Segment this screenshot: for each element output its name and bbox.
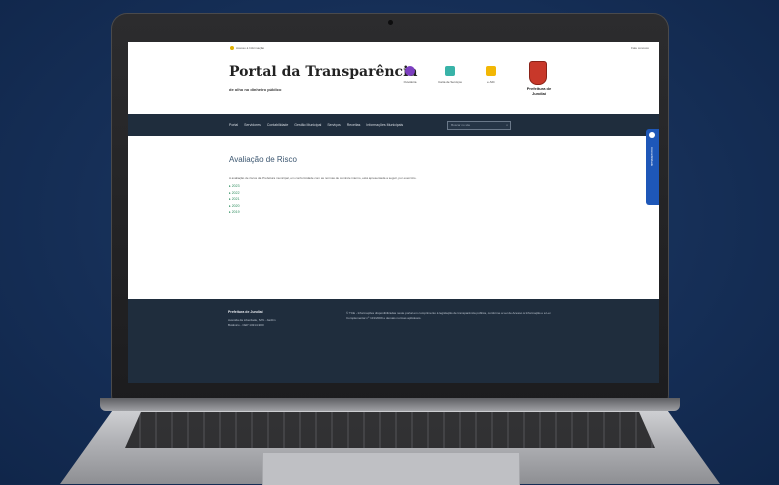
search-placeholder: Buscar no site	[451, 122, 471, 127]
year-link[interactable]: 2022	[229, 191, 659, 195]
side-tab-label: Acessibilidade	[650, 147, 654, 167]
main-content: Avaliação de Risco A avaliação de riscos…	[128, 136, 659, 280]
quick-link-label: Carta de Serviços	[438, 80, 462, 84]
main-nav: Portal Servidores Contabilidade Gestão M…	[128, 114, 659, 136]
laptop-hinge	[100, 398, 680, 411]
nav-item-gestao[interactable]: Gestão Municipal	[294, 123, 321, 127]
nav-item-servidores[interactable]: Servidores	[244, 123, 261, 127]
city-name: Prefeitura de Jundiaí	[526, 86, 552, 96]
accessibility-side-tab[interactable]: Acessibilidade	[646, 129, 659, 205]
year-link[interactable]: 2020	[229, 204, 659, 208]
quick-link-label: Ouvidoria	[403, 80, 417, 84]
year-link[interactable]: 2023	[229, 184, 659, 188]
footer-org-name: Prefeitura de Jundiaí	[228, 310, 263, 314]
camera	[388, 20, 393, 25]
keyboard	[125, 412, 655, 448]
year-link[interactable]: 2019	[229, 210, 659, 214]
contact-link[interactable]: Fale conosco	[631, 46, 649, 50]
quick-link-ouvidoria[interactable]: Ouvidoria	[390, 66, 430, 84]
nav-item-servicos[interactable]: Serviços	[327, 123, 340, 127]
year-link[interactable]: 2021	[229, 197, 659, 201]
access-icon	[230, 46, 234, 51]
site-header: Portal da Transparência de olho no dinhe…	[128, 54, 659, 114]
quick-link-esic[interactable]: e-SIC	[471, 66, 511, 84]
site-footer: Prefeitura de Jundiaí Avenida da Liberda…	[128, 299, 659, 383]
nav-item-informacoes[interactable]: Informações Municipais	[366, 123, 403, 127]
search-icon[interactable]: ⌕	[506, 123, 508, 127]
folder-icon	[486, 66, 496, 76]
nav-item-portal[interactable]: Portal	[229, 123, 238, 127]
access-info-label: Acesso à Informação	[236, 45, 265, 50]
trackpad	[262, 452, 520, 485]
site-subtitle: de olho no dinheiro público	[229, 87, 282, 92]
laptop-base	[0, 398, 779, 485]
footer-address: Avenida da Liberdade, S/N - Jardim Botân…	[228, 318, 276, 327]
ouvidoria-icon	[405, 66, 415, 76]
search-input[interactable]: Buscar no site ⌕	[447, 120, 512, 130]
accessibility-icon	[649, 132, 655, 138]
laptop-screen: Acesso à Informação Fale conosco Portal …	[128, 42, 659, 383]
nav-item-contabilidade[interactable]: Contabilidade	[267, 123, 288, 127]
laptop-lid: Acesso à Informação Fale conosco Portal …	[111, 13, 669, 411]
top-bar: Acesso à Informação Fale conosco	[128, 42, 659, 54]
services-icon	[445, 66, 455, 76]
quick-link-carta-servicos[interactable]: Carta de Serviços	[430, 66, 470, 84]
page-description: A avaliação de riscos da Prefeitura muni…	[229, 176, 417, 180]
nav-item-receitas[interactable]: Receitas	[347, 123, 361, 127]
footer-text: © TCE - Informações disponibilizadas nes…	[346, 311, 551, 320]
page-title: Avaliação de Risco	[229, 155, 297, 164]
quick-link-label: e-SIC	[487, 80, 495, 84]
city-crest-logo[interactable]	[529, 61, 547, 85]
access-info-link[interactable]: Acesso à Informação	[230, 45, 265, 51]
